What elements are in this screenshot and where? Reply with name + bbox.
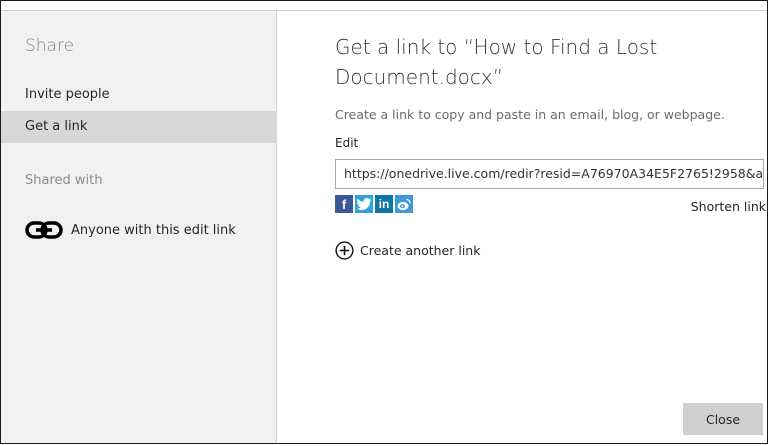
- shared-entry-label: Anyone with this edit link: [71, 222, 236, 238]
- shared-entry-edit-link[interactable]: Anyone with this edit link: [25, 219, 236, 241]
- create-another-link-label: Create another link: [360, 243, 481, 258]
- twitter-icon[interactable]: [355, 195, 373, 213]
- create-another-link-button[interactable]: Create another link: [335, 241, 480, 260]
- share-dialog: Share Invite people Get a link Shared wi…: [0, 0, 768, 444]
- sidebar-item-label: Invite people: [25, 87, 110, 102]
- weibo-icon[interactable]: [395, 195, 413, 213]
- share-main-panel: Get a link to “How to Find a Lost Docume…: [278, 11, 767, 443]
- page-title: Get a link to “How to Find a Lost Docume…: [335, 35, 658, 89]
- social-share-buttons: f in: [335, 195, 413, 213]
- linkedin-icon[interactable]: in: [375, 195, 393, 213]
- share-url-field[interactable]: https://onedrive.live.com/redir?resid=A7…: [335, 159, 764, 189]
- share-sidebar: Share Invite people Get a link Shared wi…: [1, 11, 277, 443]
- plus-circle-icon: [335, 241, 354, 260]
- top-window-strip: [1, 1, 767, 11]
- sidebar-item-label: Get a link: [25, 119, 88, 134]
- shorten-link-button[interactable]: Shorten link: [691, 199, 766, 214]
- chain-link-icon: [25, 220, 63, 240]
- facebook-icon[interactable]: f: [335, 195, 353, 213]
- sidebar-item-invite-people[interactable]: Invite people: [1, 79, 277, 111]
- link-description: Create a link to copy and paste in an em…: [335, 107, 725, 122]
- sidebar-item-get-a-link[interactable]: Get a link: [1, 111, 277, 143]
- shared-with-label: Shared with: [25, 173, 103, 188]
- sidebar-title: Share: [25, 36, 75, 56]
- close-button[interactable]: Close: [683, 403, 763, 435]
- link-type-label: Edit: [335, 136, 359, 150]
